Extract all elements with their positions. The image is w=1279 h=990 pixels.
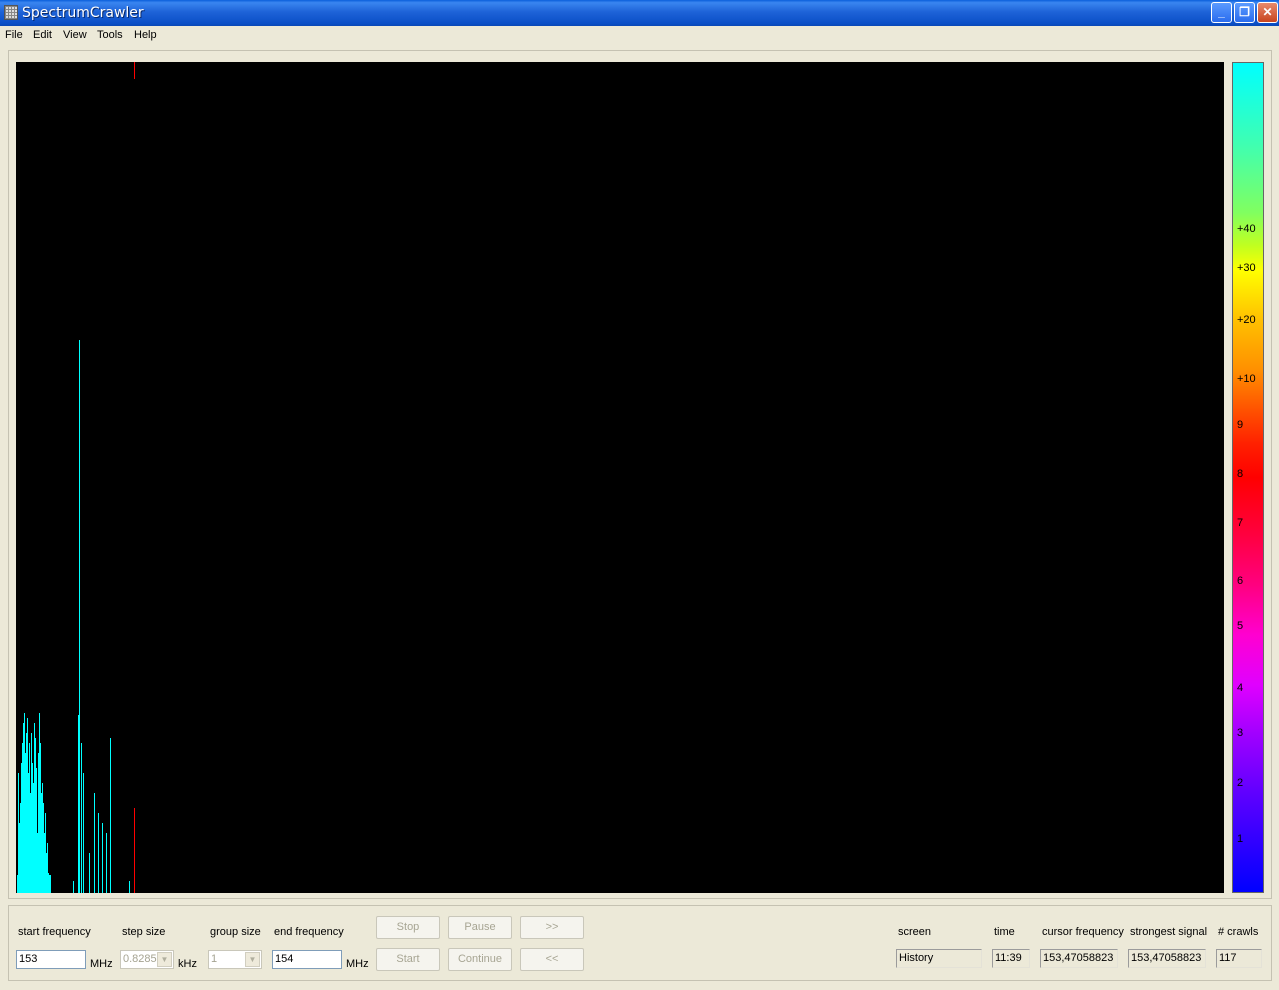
scale-label: +20 <box>1237 314 1256 326</box>
step-size-unit: kHz <box>178 958 197 970</box>
end-frequency-unit: MHz <box>346 958 369 970</box>
end-frequency-input[interactable]: 154 <box>272 950 342 969</box>
start-frequency-input[interactable]: 153 <box>16 950 86 969</box>
screen-label: screen <box>898 926 932 938</box>
step-size-label: step size <box>122 926 166 938</box>
minimize-button[interactable]: _ <box>1211 2 1232 23</box>
restore-button[interactable]: ❐ <box>1234 2 1255 23</box>
chevron-down-icon[interactable]: ▼ <box>157 952 172 967</box>
scale-label: 2 <box>1237 777 1244 789</box>
time-label: time <box>994 926 1015 938</box>
menu-help[interactable]: Help <box>134 29 157 41</box>
scale-label: 8 <box>1237 468 1244 480</box>
cursor-frequency-field: 153,47058823 <box>1040 949 1118 968</box>
chevron-down-icon[interactable]: ▼ <box>245 952 260 967</box>
scale-label: 1 <box>1237 833 1244 845</box>
screen-field: History <box>896 949 982 968</box>
scale-label: 7 <box>1237 517 1244 529</box>
step-size-select[interactable]: 0.8285 ▼ <box>120 950 174 969</box>
start-button[interactable]: Start <box>376 948 440 971</box>
scale-label: 6 <box>1237 575 1244 587</box>
start-frequency-unit: MHz <box>90 958 113 970</box>
pause-button[interactable]: Pause <box>448 916 512 939</box>
scale-label: 4 <box>1237 682 1244 694</box>
app-icon[interactable] <box>4 5 18 20</box>
close-button[interactable]: ✕ <box>1257 2 1278 23</box>
cursor-frequency-label: cursor frequency <box>1042 926 1124 938</box>
menu-tools[interactable]: Tools <box>97 29 123 41</box>
scale-label: 3 <box>1237 727 1244 739</box>
title-bar: SpectrumCrawler _ ❐ ✕ <box>0 0 1279 26</box>
spectrum-display[interactable] <box>16 62 1224 893</box>
scale-label: +40 <box>1237 223 1256 235</box>
menu-file[interactable]: File <box>5 29 23 41</box>
menu-edit[interactable]: Edit <box>33 29 52 41</box>
forward-button[interactable]: >> <box>520 916 584 939</box>
spectrum-plot <box>17 62 135 893</box>
scale-label: 5 <box>1237 620 1244 632</box>
stop-button[interactable]: Stop <box>376 916 440 939</box>
scale-label: 9 <box>1237 419 1244 431</box>
scale-label: +10 <box>1237 373 1256 385</box>
continue-button[interactable]: Continue <box>448 948 512 971</box>
crawls-field: 117 <box>1216 949 1262 968</box>
control-panel <box>8 905 1272 981</box>
back-button[interactable]: << <box>520 948 584 971</box>
step-size-value: 0.8285 <box>123 953 157 965</box>
group-size-select[interactable]: 1 ▼ <box>208 950 262 969</box>
signal-color-scale: +40 +30 +20 +10 9 8 7 6 5 4 3 2 1 <box>1232 62 1264 893</box>
end-frequency-label: end frequency <box>274 926 344 938</box>
window-title: SpectrumCrawler <box>22 5 144 21</box>
crawls-label: # crawls <box>1218 926 1259 938</box>
group-size-value: 1 <box>211 953 218 965</box>
scale-label: +30 <box>1237 262 1256 274</box>
start-frequency-label: start frequency <box>18 926 91 938</box>
menu-view[interactable]: View <box>63 29 87 41</box>
strongest-signal-field: 153,47058823 <box>1128 949 1206 968</box>
menu-bar: File Edit View Tools Help <box>0 26 1279 45</box>
time-field: 11:39 <box>992 949 1030 968</box>
group-size-label: group size <box>210 926 261 938</box>
strongest-signal-label: strongest signal <box>1130 926 1208 938</box>
